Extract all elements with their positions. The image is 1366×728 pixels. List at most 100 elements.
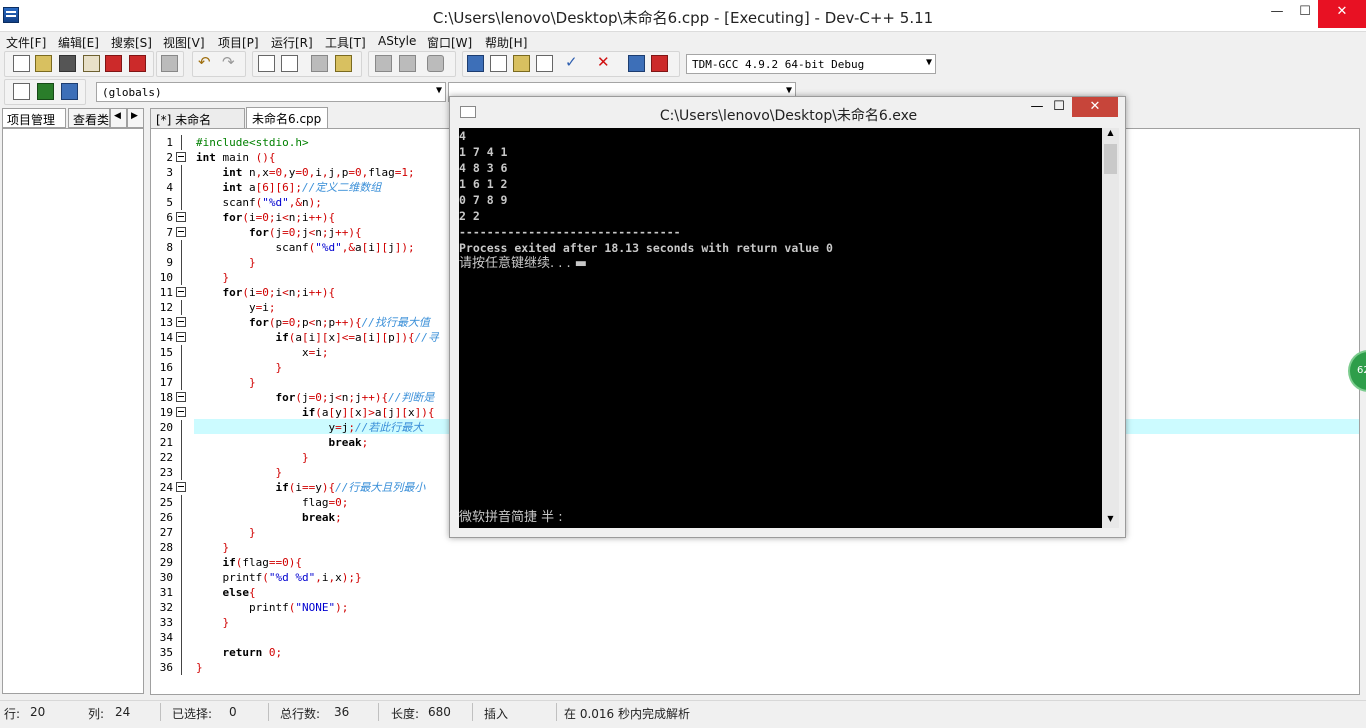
- tab-scroll-right-icon[interactable]: ▶: [127, 108, 144, 128]
- console-scrollbar[interactable]: ▲ ▼: [1102, 128, 1119, 528]
- menu-project[interactable]: 项目[P]: [218, 34, 259, 51]
- maximize-button[interactable]: ☐: [1290, 0, 1320, 28]
- menu-edit[interactable]: 编辑[E]: [58, 34, 99, 51]
- code-line: int main (){: [196, 151, 276, 164]
- selected-label: 已选择:: [172, 707, 213, 721]
- tab-file-6[interactable]: 未命名6.cpp: [246, 107, 328, 129]
- menu-search[interactable]: 搜索[S]: [111, 34, 152, 51]
- menu-run[interactable]: 运行[R]: [271, 34, 313, 51]
- print-icon[interactable]: [161, 55, 178, 72]
- undo-icon[interactable]: ↶: [198, 55, 215, 72]
- close-button[interactable]: ✕: [1318, 0, 1366, 28]
- row-value: 20: [30, 705, 46, 719]
- fold-toggle-icon[interactable]: [176, 287, 186, 297]
- line-number: 31: [159, 586, 173, 599]
- line-number: 33: [159, 616, 173, 629]
- stop-execution-icon[interactable]: ✕: [597, 55, 614, 72]
- new-file-icon[interactable]: [13, 55, 30, 72]
- code-line: }: [301, 451, 309, 464]
- fold-toggle-icon[interactable]: [176, 392, 186, 402]
- project-options-icon[interactable]: [427, 55, 444, 72]
- toggle-bookmark-icon[interactable]: [37, 83, 54, 100]
- print-toolbar: [156, 51, 184, 77]
- console-window[interactable]: C:\Users\lenovo\Desktop\未命名6.exe — ☐ ✕ 4…: [449, 96, 1126, 538]
- close-all-icon[interactable]: [129, 55, 146, 72]
- line-number: 16: [159, 361, 173, 374]
- console-maximize-button[interactable]: ☐: [1046, 99, 1072, 119]
- delete-profile-icon[interactable]: [651, 55, 668, 72]
- code-line: y=j;//若此行最大: [196, 421, 424, 434]
- add-to-project-icon[interactable]: [375, 55, 392, 72]
- project-panel[interactable]: [2, 128, 144, 694]
- tab-project-manager[interactable]: 项目管理: [2, 108, 66, 128]
- line-number: 15: [159, 346, 173, 359]
- scroll-down-icon[interactable]: ▼: [1102, 514, 1119, 528]
- line-number: 8: [166, 241, 173, 254]
- fold-guide: [181, 420, 182, 435]
- code-line: y=i;: [196, 301, 276, 314]
- menu-tools[interactable]: 工具[T]: [325, 34, 366, 51]
- project-toolbar: [368, 51, 456, 77]
- compiler-select[interactable]: TDM-GCC 4.9.2 64-bit Debug ▼: [686, 54, 936, 74]
- insert-icon[interactable]: [13, 83, 30, 100]
- fold-toggle-icon[interactable]: [176, 317, 186, 327]
- menu-astyle[interactable]: AStyle: [378, 34, 416, 48]
- menu-help[interactable]: 帮助[H]: [485, 34, 527, 51]
- code-line: }: [248, 526, 256, 539]
- menu-view[interactable]: 视图[V]: [163, 34, 205, 51]
- fold-toggle-icon[interactable]: [176, 227, 186, 237]
- profile-icon[interactable]: [628, 55, 645, 72]
- console-output[interactable]: 4 1 7 4 1 4 8 3 6 1 6 1 2 0 7 8 9 2 2 --…: [459, 128, 1102, 528]
- compiler-select-value: TDM-GCC 4.9.2 64-bit Debug: [692, 58, 865, 71]
- save-all-icon[interactable]: [83, 55, 100, 72]
- save-icon[interactable]: [59, 55, 76, 72]
- goto-icon[interactable]: [61, 83, 78, 100]
- fold-guide: [181, 435, 182, 450]
- compile-icon[interactable]: [467, 55, 484, 72]
- line-number: 34: [159, 631, 173, 644]
- goto-bookmark-icon[interactable]: [335, 55, 352, 72]
- fold-guide: [181, 465, 182, 480]
- console-line: 1 6 1 2: [459, 177, 508, 191]
- line-number: 23: [159, 466, 173, 479]
- minimize-button[interactable]: —: [1262, 0, 1292, 28]
- fold-toggle-icon[interactable]: [176, 482, 186, 492]
- scroll-thumb[interactable]: [1104, 144, 1117, 174]
- code-line: for(i=0;i<n;i++){: [222, 286, 336, 299]
- undo-toolbar: ↶ ↷: [192, 51, 246, 77]
- close-file-icon[interactable]: [105, 55, 122, 72]
- menu-window[interactable]: 窗口[W]: [427, 34, 472, 51]
- redo-icon[interactable]: ↷: [222, 55, 239, 72]
- fold-toggle-icon[interactable]: [176, 152, 186, 162]
- code-line: #include<stdio.h>: [196, 136, 309, 149]
- code-line: break;: [301, 511, 342, 524]
- fold-toggle-icon[interactable]: [176, 407, 186, 417]
- compile-run-icon[interactable]: [513, 55, 530, 72]
- rebuild-all-icon[interactable]: [536, 55, 553, 72]
- length-value: 680: [428, 705, 451, 719]
- replace-icon[interactable]: [281, 55, 298, 72]
- tab-class-browser[interactable]: 查看类: [68, 108, 110, 128]
- goto-line-icon[interactable]: [311, 55, 328, 72]
- editor-tabs: [*] 未命名5.cpp 未命名6.cpp: [150, 107, 450, 142]
- scroll-up-icon[interactable]: ▲: [1102, 128, 1119, 142]
- row-label: 行:: [4, 707, 21, 721]
- line-number: 24: [159, 481, 173, 494]
- fold-toggle-icon[interactable]: [176, 332, 186, 342]
- tab-file-5[interactable]: [*] 未命名5.cpp: [150, 108, 245, 142]
- fold-guide: [181, 240, 182, 255]
- class-toolbar: [4, 79, 86, 105]
- scope-select[interactable]: (globals) ▼: [96, 82, 446, 102]
- remove-from-project-icon[interactable]: [399, 55, 416, 72]
- menu-file[interactable]: 文件[F]: [6, 34, 46, 51]
- run-icon[interactable]: [490, 55, 507, 72]
- syntax-check-icon[interactable]: ✓: [565, 55, 582, 72]
- open-file-icon[interactable]: [35, 55, 52, 72]
- find-icon[interactable]: [258, 55, 275, 72]
- fold-guide: [181, 495, 182, 510]
- code-line: }: [275, 361, 283, 374]
- fold-toggle-icon[interactable]: [176, 212, 186, 222]
- console-close-button[interactable]: ✕: [1072, 97, 1118, 117]
- chevron-down-icon: ▼: [435, 85, 442, 96]
- tab-scroll-left-icon[interactable]: ◀: [110, 108, 127, 128]
